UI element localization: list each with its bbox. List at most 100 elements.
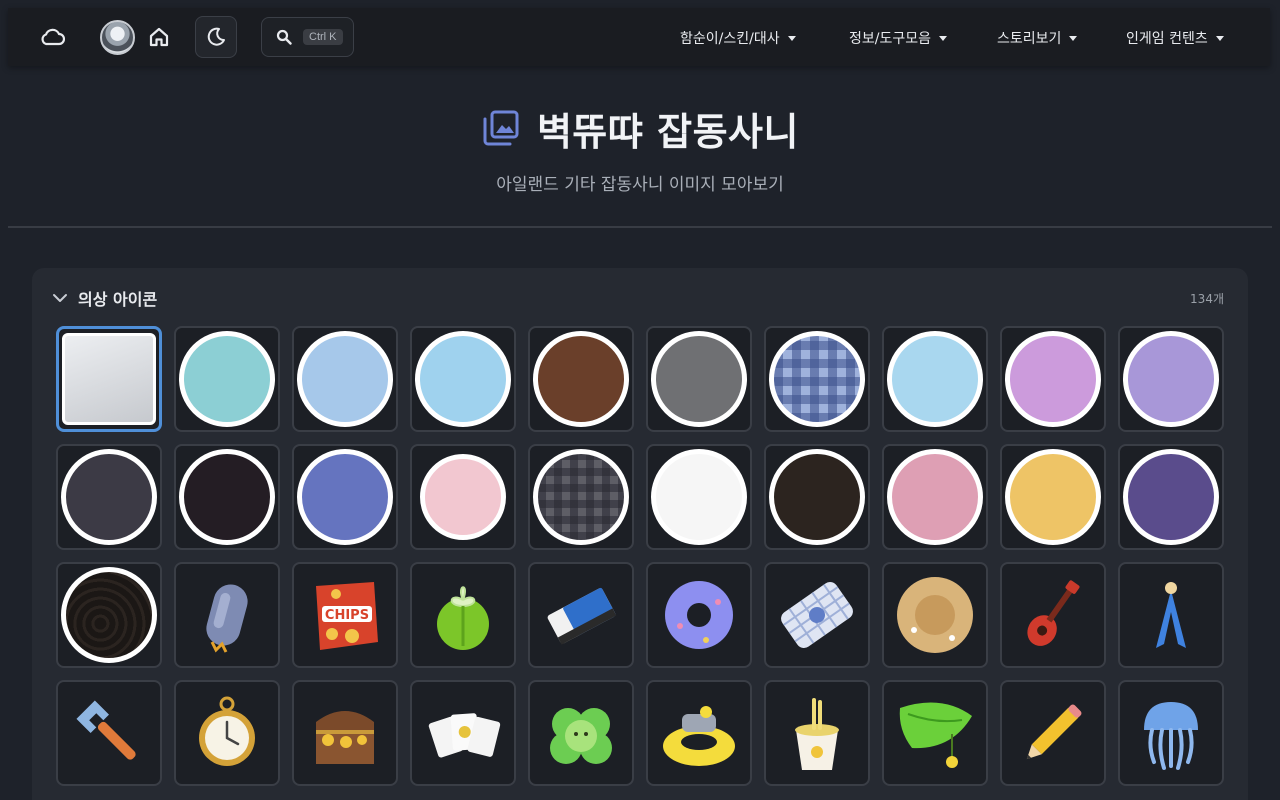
- eraser-item-icon: [547, 587, 617, 645]
- icon-tile[interactable]: [1000, 444, 1106, 550]
- white-square-swatch: [62, 333, 156, 425]
- icon-tile[interactable]: CHIPS: [292, 562, 398, 668]
- noodle-cup-item-icon: [795, 698, 839, 770]
- icon-tile[interactable]: [1118, 444, 1224, 550]
- chevron-down-icon: [53, 294, 67, 302]
- icon-tile[interactable]: [1000, 326, 1106, 432]
- pocket-watch-item-icon: [199, 696, 255, 766]
- icon-tile[interactable]: [1118, 326, 1224, 432]
- cabbage-plush-item-icon: [550, 708, 612, 764]
- menu-characters[interactable]: 함순이/스킨/대사: [680, 27, 796, 49]
- menu-label: 함순이/스킨/대사: [680, 31, 780, 47]
- page-title: 벽뜌땨 잡동사니: [537, 109, 799, 154]
- tube-float-item-icon: [663, 706, 735, 766]
- icon-tile[interactable]: [410, 326, 516, 432]
- periwinkle-swatch: [297, 449, 393, 545]
- blue-plaid-swatch: [769, 331, 865, 427]
- orchid-swatch: [1005, 331, 1101, 427]
- icon-tile[interactable]: [764, 326, 870, 432]
- search-button[interactable]: Ctrl K: [261, 17, 354, 57]
- icon-tile[interactable]: [1000, 680, 1106, 786]
- icon-tile[interactable]: [174, 444, 280, 550]
- icon-tile[interactable]: [764, 444, 870, 550]
- section-toggle[interactable]: 의상 아이콘: [52, 286, 157, 310]
- icon-tile[interactable]: [56, 326, 162, 432]
- menu-label: 정보/도구모음: [849, 31, 931, 47]
- icon-tile[interactable]: [56, 444, 162, 550]
- home-icon[interactable]: [144, 22, 174, 52]
- donut-float-item-icon: [665, 581, 733, 649]
- top-nav: Ctrl K 함순이/스킨/대사 정보/도구모음 스토리보기 인게임 컨텐츠: [8, 8, 1270, 66]
- gray-capsule-item-icon: [206, 584, 248, 653]
- icon-tile[interactable]: [174, 562, 280, 668]
- playing-cards-item-icon: [428, 713, 501, 758]
- icon-tile[interactable]: [174, 326, 280, 432]
- white-swatch: [651, 449, 747, 545]
- caret-down-icon: [1069, 35, 1078, 41]
- icon-tile[interactable]: [528, 326, 634, 432]
- page-subtitle: 아일랜드 기타 잡동사니 이미지 모아보기: [496, 175, 784, 195]
- jellyfish-item-icon: [1144, 702, 1198, 770]
- straw-hat-item-icon: [897, 577, 973, 653]
- pale-sky-blue-swatch: [887, 331, 983, 427]
- teal-swatch: [179, 331, 275, 427]
- icon-tile[interactable]: [528, 562, 634, 668]
- treasure-chest-item-icon: [316, 711, 374, 764]
- icon-tile[interactable]: [174, 680, 280, 786]
- icon-tile[interactable]: [882, 326, 988, 432]
- icon-tile[interactable]: [1000, 562, 1106, 668]
- icon-tile[interactable]: [646, 562, 752, 668]
- avatar[interactable]: [100, 20, 135, 55]
- caret-down-icon: [1215, 35, 1224, 41]
- indigo-swatch: [1123, 449, 1219, 545]
- icon-tile[interactable]: [1118, 562, 1224, 668]
- ukulele-item-icon: [1027, 580, 1080, 646]
- divider: [8, 226, 1272, 228]
- icon-grid: CHIPS: [56, 326, 1224, 786]
- icon-tile[interactable]: [882, 680, 988, 786]
- icon-tile[interactable]: [292, 444, 398, 550]
- pillow-item-icon: [781, 582, 853, 648]
- light-pink-swatch: [420, 454, 506, 540]
- icon-tile[interactable]: [410, 680, 516, 786]
- icon-tile[interactable]: [882, 444, 988, 550]
- icon-tile[interactable]: [528, 680, 634, 786]
- icon-tile[interactable]: [528, 444, 634, 550]
- wrench-item-icon: [76, 700, 136, 760]
- costume-icons-section: 의상 아이콘 134개 CHIPS: [32, 268, 1248, 800]
- item-count: 134개: [1190, 292, 1224, 306]
- icon-tile[interactable]: [292, 680, 398, 786]
- icon-tile[interactable]: [882, 562, 988, 668]
- section-title: 의상 아이콘: [78, 290, 158, 309]
- search-shortcut-badge: Ctrl K: [303, 29, 343, 45]
- menu-story[interactable]: 스토리보기: [997, 27, 1078, 49]
- menu-info-tools[interactable]: 정보/도구모음: [849, 27, 947, 49]
- icon-tile[interactable]: [764, 562, 870, 668]
- icon-tile[interactable]: [56, 562, 162, 668]
- image-gallery-icon: [483, 110, 519, 146]
- light-blue-swatch: [297, 331, 393, 427]
- cloud-icon[interactable]: [36, 22, 68, 52]
- icon-tile[interactable]: [56, 680, 162, 786]
- svg-text:CHIPS: CHIPS: [325, 608, 369, 623]
- icon-tile[interactable]: [646, 326, 752, 432]
- icon-tile[interactable]: [764, 680, 870, 786]
- gray-plaid-swatch: [533, 449, 629, 545]
- caret-down-icon: [787, 35, 796, 41]
- black-wave-pattern-swatch: [61, 567, 157, 663]
- menu-label: 스토리보기: [997, 31, 1062, 47]
- sky-blue-swatch: [415, 331, 511, 427]
- black-swatch: [179, 449, 275, 545]
- dark-mode-toggle[interactable]: [195, 16, 237, 58]
- icon-tile[interactable]: [410, 444, 516, 550]
- icon-tile[interactable]: [646, 680, 752, 786]
- icon-tile[interactable]: [646, 444, 752, 550]
- icon-tile[interactable]: [410, 562, 516, 668]
- icon-tile[interactable]: [1118, 680, 1224, 786]
- lettuce-item-icon: [437, 586, 489, 650]
- icon-tile[interactable]: [292, 326, 398, 432]
- menu-ingame-contents[interactable]: 인게임 컨텐츠: [1126, 27, 1224, 49]
- rose-pink-swatch: [887, 449, 983, 545]
- lavender-swatch: [1123, 331, 1219, 427]
- mustard-swatch: [1005, 449, 1101, 545]
